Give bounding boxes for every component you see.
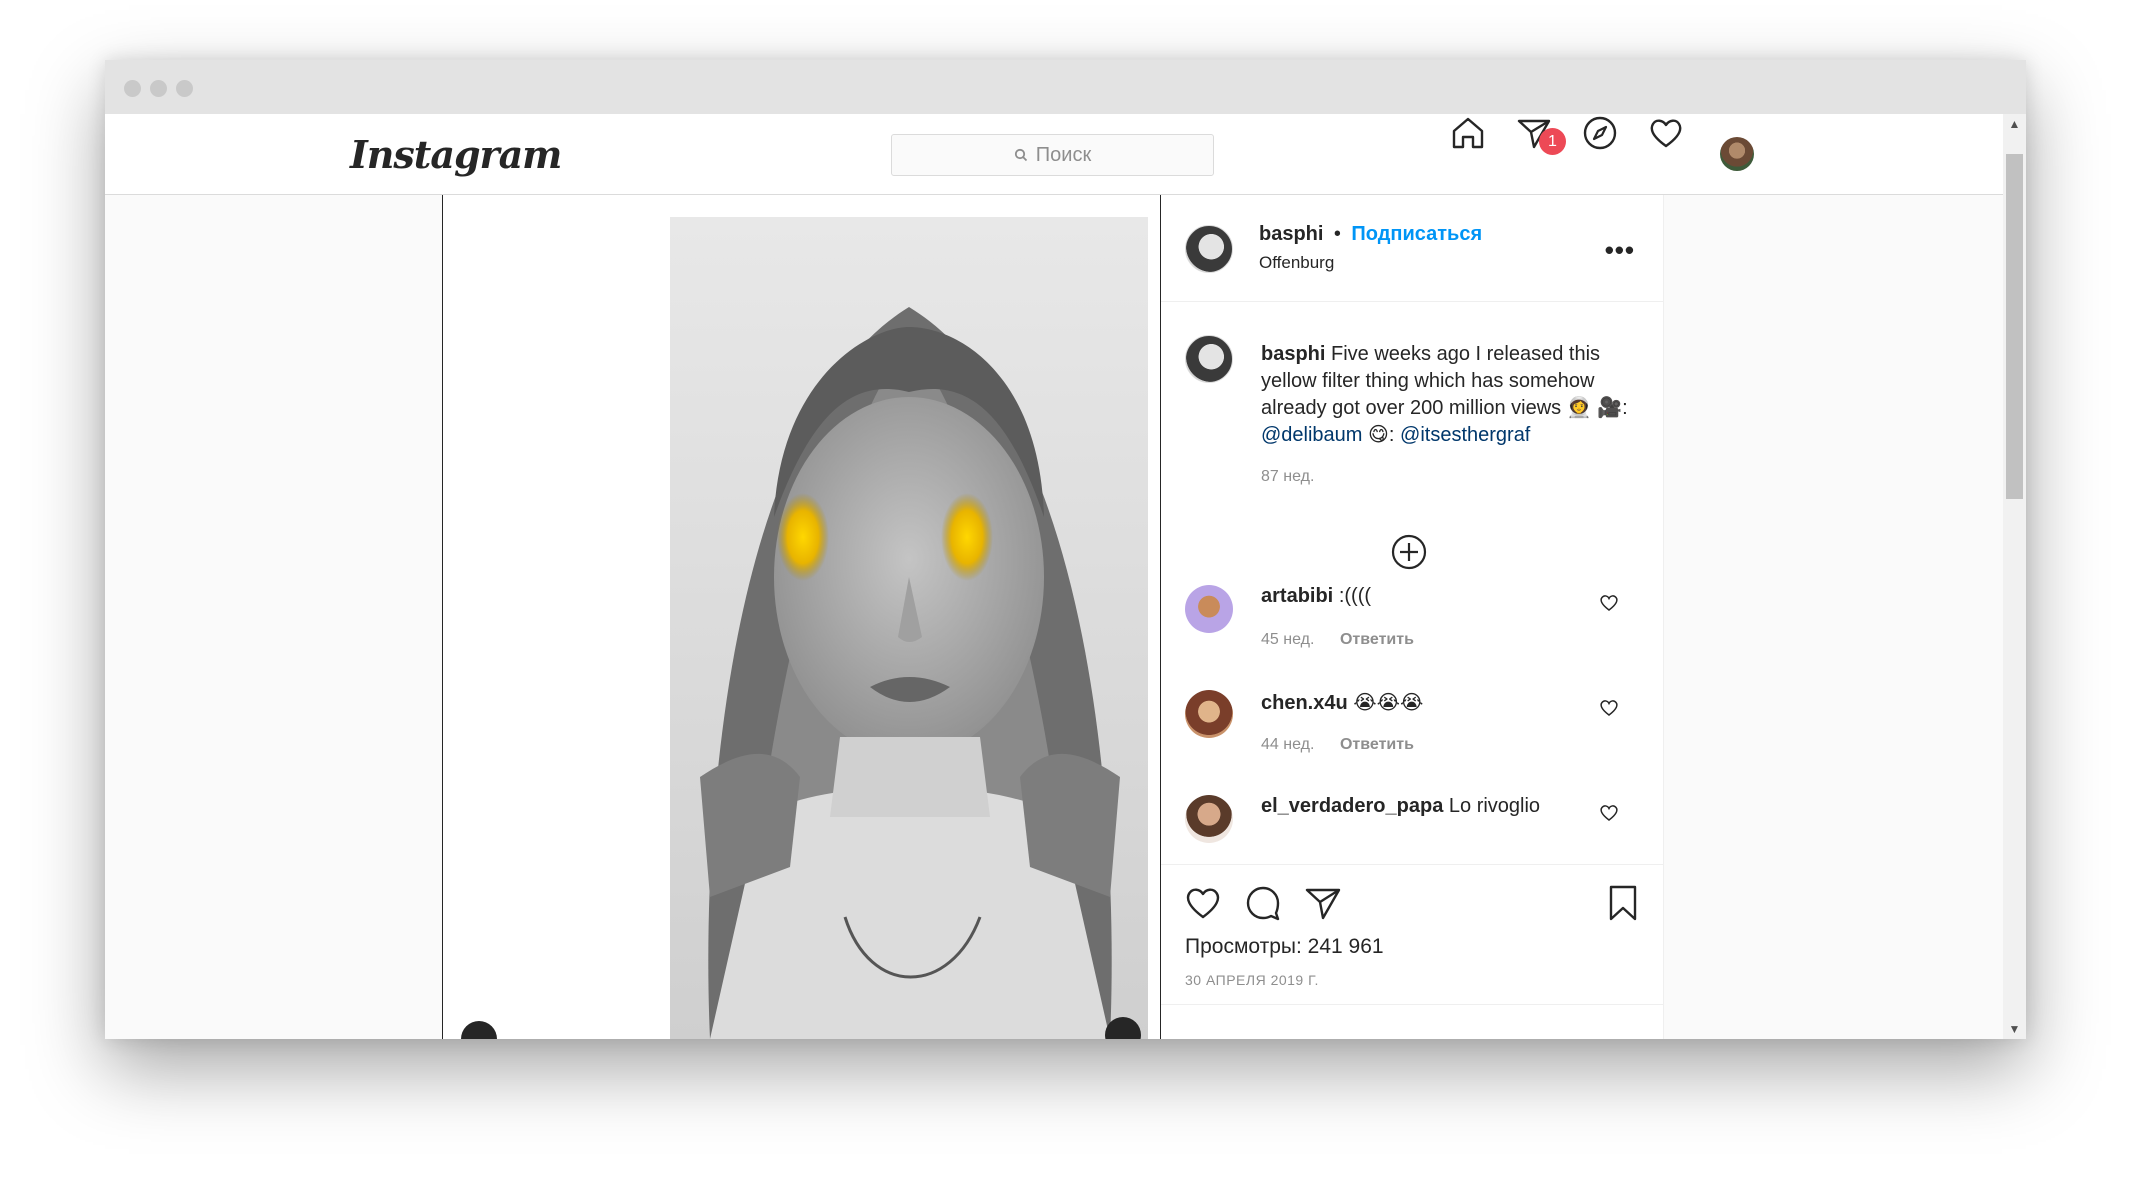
commenter-avatar[interactable] bbox=[1185, 585, 1233, 633]
comment-age[interactable]: 45 нед. bbox=[1261, 631, 1314, 648]
mention-itsesthergraf[interactable]: @itsesthergraf bbox=[1400, 424, 1530, 446]
separator-dot: • bbox=[1333, 223, 1341, 245]
home-icon[interactable] bbox=[1449, 114, 1487, 152]
comment-text: Lo rivoglio bbox=[1448, 795, 1541, 817]
author-avatar[interactable] bbox=[1185, 225, 1233, 273]
comment-age[interactable]: 44 нед. bbox=[1261, 736, 1314, 753]
save-icon[interactable] bbox=[1603, 883, 1643, 923]
share-icon[interactable] bbox=[1303, 883, 1343, 923]
explore-icon[interactable] bbox=[1581, 114, 1619, 152]
add-comment-divider bbox=[1161, 1004, 1663, 1005]
emoji-astronaut: 👩‍🚀 bbox=[1566, 397, 1592, 419]
comment-body: el_verdadero_papa Lo rivoglio bbox=[1261, 795, 1540, 818]
comment-icon[interactable] bbox=[1243, 883, 1283, 923]
caption-age[interactable]: 87 нед. bbox=[1261, 463, 1631, 490]
instagram-logo[interactable]: Instagram bbox=[350, 132, 562, 177]
video-frame-image bbox=[670, 217, 1148, 1039]
emoji-camera: 🎥 bbox=[1597, 397, 1623, 419]
close-window-dot[interactable] bbox=[124, 80, 141, 97]
follow-button[interactable]: Подписаться bbox=[1351, 223, 1482, 245]
comment-username[interactable]: el_verdadero_papa bbox=[1261, 795, 1443, 817]
notification-badge: 1 bbox=[1539, 128, 1566, 155]
post-date[interactable]: 30 АПРЕЛЯ 2019 Г. bbox=[1185, 972, 1319, 988]
post-location[interactable]: Offenburg bbox=[1259, 253, 1334, 273]
like-icon[interactable] bbox=[1183, 883, 1223, 923]
post-side-panel: basphi • Подписаться Offenburg ••• basph… bbox=[1160, 195, 1664, 1039]
mention-delibaum[interactable]: @delibaum bbox=[1261, 424, 1362, 446]
more-options-button[interactable]: ••• bbox=[1605, 235, 1635, 266]
search-placeholder: Поиск bbox=[1035, 143, 1092, 166]
post-caption: basphi Five weeks ago I released this ye… bbox=[1261, 341, 1631, 490]
comment-meta: 45 нед. Ответить bbox=[1261, 627, 1414, 650]
minimize-window-dot[interactable] bbox=[150, 80, 167, 97]
caption-username[interactable]: basphi bbox=[1261, 343, 1325, 365]
add-comment-icon[interactable] bbox=[1390, 533, 1428, 571]
activity-heart-icon[interactable] bbox=[1647, 114, 1685, 152]
views-count[interactable]: Просмотры: 241 961 bbox=[1185, 935, 1384, 959]
commenter-avatar[interactable] bbox=[1185, 795, 1233, 843]
reply-button[interactable]: Ответить bbox=[1340, 631, 1414, 648]
profile-avatar[interactable] bbox=[1720, 137, 1754, 171]
commenter-avatar[interactable] bbox=[1185, 690, 1233, 738]
search-icon bbox=[1014, 148, 1027, 162]
browser-window: Instagram Поиск 1 basphi • Подписаться O… bbox=[105, 60, 2026, 1039]
maximize-window-dot[interactable] bbox=[176, 80, 193, 97]
caption-author-avatar[interactable] bbox=[1185, 335, 1233, 383]
post-media-area bbox=[442, 195, 1160, 1039]
comment-item: el_verdadero_papa Lo rivoglio bbox=[1161, 795, 1663, 853]
comment-like-icon[interactable] bbox=[1599, 593, 1619, 613]
post-video[interactable] bbox=[670, 217, 1148, 1039]
comment-text: 😭😭😭 bbox=[1353, 692, 1424, 714]
carousel-prev-button[interactable] bbox=[461, 1021, 497, 1039]
instagram-header: Instagram Поиск 1 bbox=[105, 114, 2003, 195]
comment-text: :(((( bbox=[1338, 585, 1372, 607]
scroll-up-arrow[interactable]: ▲ bbox=[2003, 114, 2026, 134]
comment-username[interactable]: chen.x4u bbox=[1261, 692, 1348, 714]
vertical-scrollbar[interactable]: ▲ ▼ bbox=[2003, 114, 2026, 1039]
search-input[interactable]: Поиск bbox=[891, 134, 1214, 176]
author-username[interactable]: basphi bbox=[1259, 223, 1323, 245]
scroll-down-arrow[interactable]: ▼ bbox=[2003, 1019, 2026, 1039]
scrollbar-thumb[interactable] bbox=[2006, 154, 2023, 499]
comment-body: chen.x4u 😭😭😭 bbox=[1261, 690, 1423, 715]
post-actions: Просмотры: 241 961 30 АПРЕЛЯ 2019 Г. bbox=[1161, 864, 1663, 1004]
comment-like-icon[interactable] bbox=[1599, 803, 1619, 823]
emoji-yum: 😋 bbox=[1368, 424, 1389, 446]
post-header: basphi • Подписаться Offenburg ••• bbox=[1161, 195, 1663, 302]
comment-username[interactable]: artabibi bbox=[1261, 585, 1333, 607]
comment-meta: 44 нед. Ответить bbox=[1261, 732, 1414, 755]
reply-button[interactable]: Ответить bbox=[1340, 736, 1414, 753]
comment-body: artabibi :(((( bbox=[1261, 585, 1371, 608]
page-viewport: Instagram Поиск 1 basphi • Подписаться O… bbox=[105, 114, 2003, 1039]
window-titlebar bbox=[105, 60, 2026, 114]
author-line: basphi • Подписаться bbox=[1259, 223, 1482, 246]
comment-like-icon[interactable] bbox=[1599, 698, 1619, 718]
